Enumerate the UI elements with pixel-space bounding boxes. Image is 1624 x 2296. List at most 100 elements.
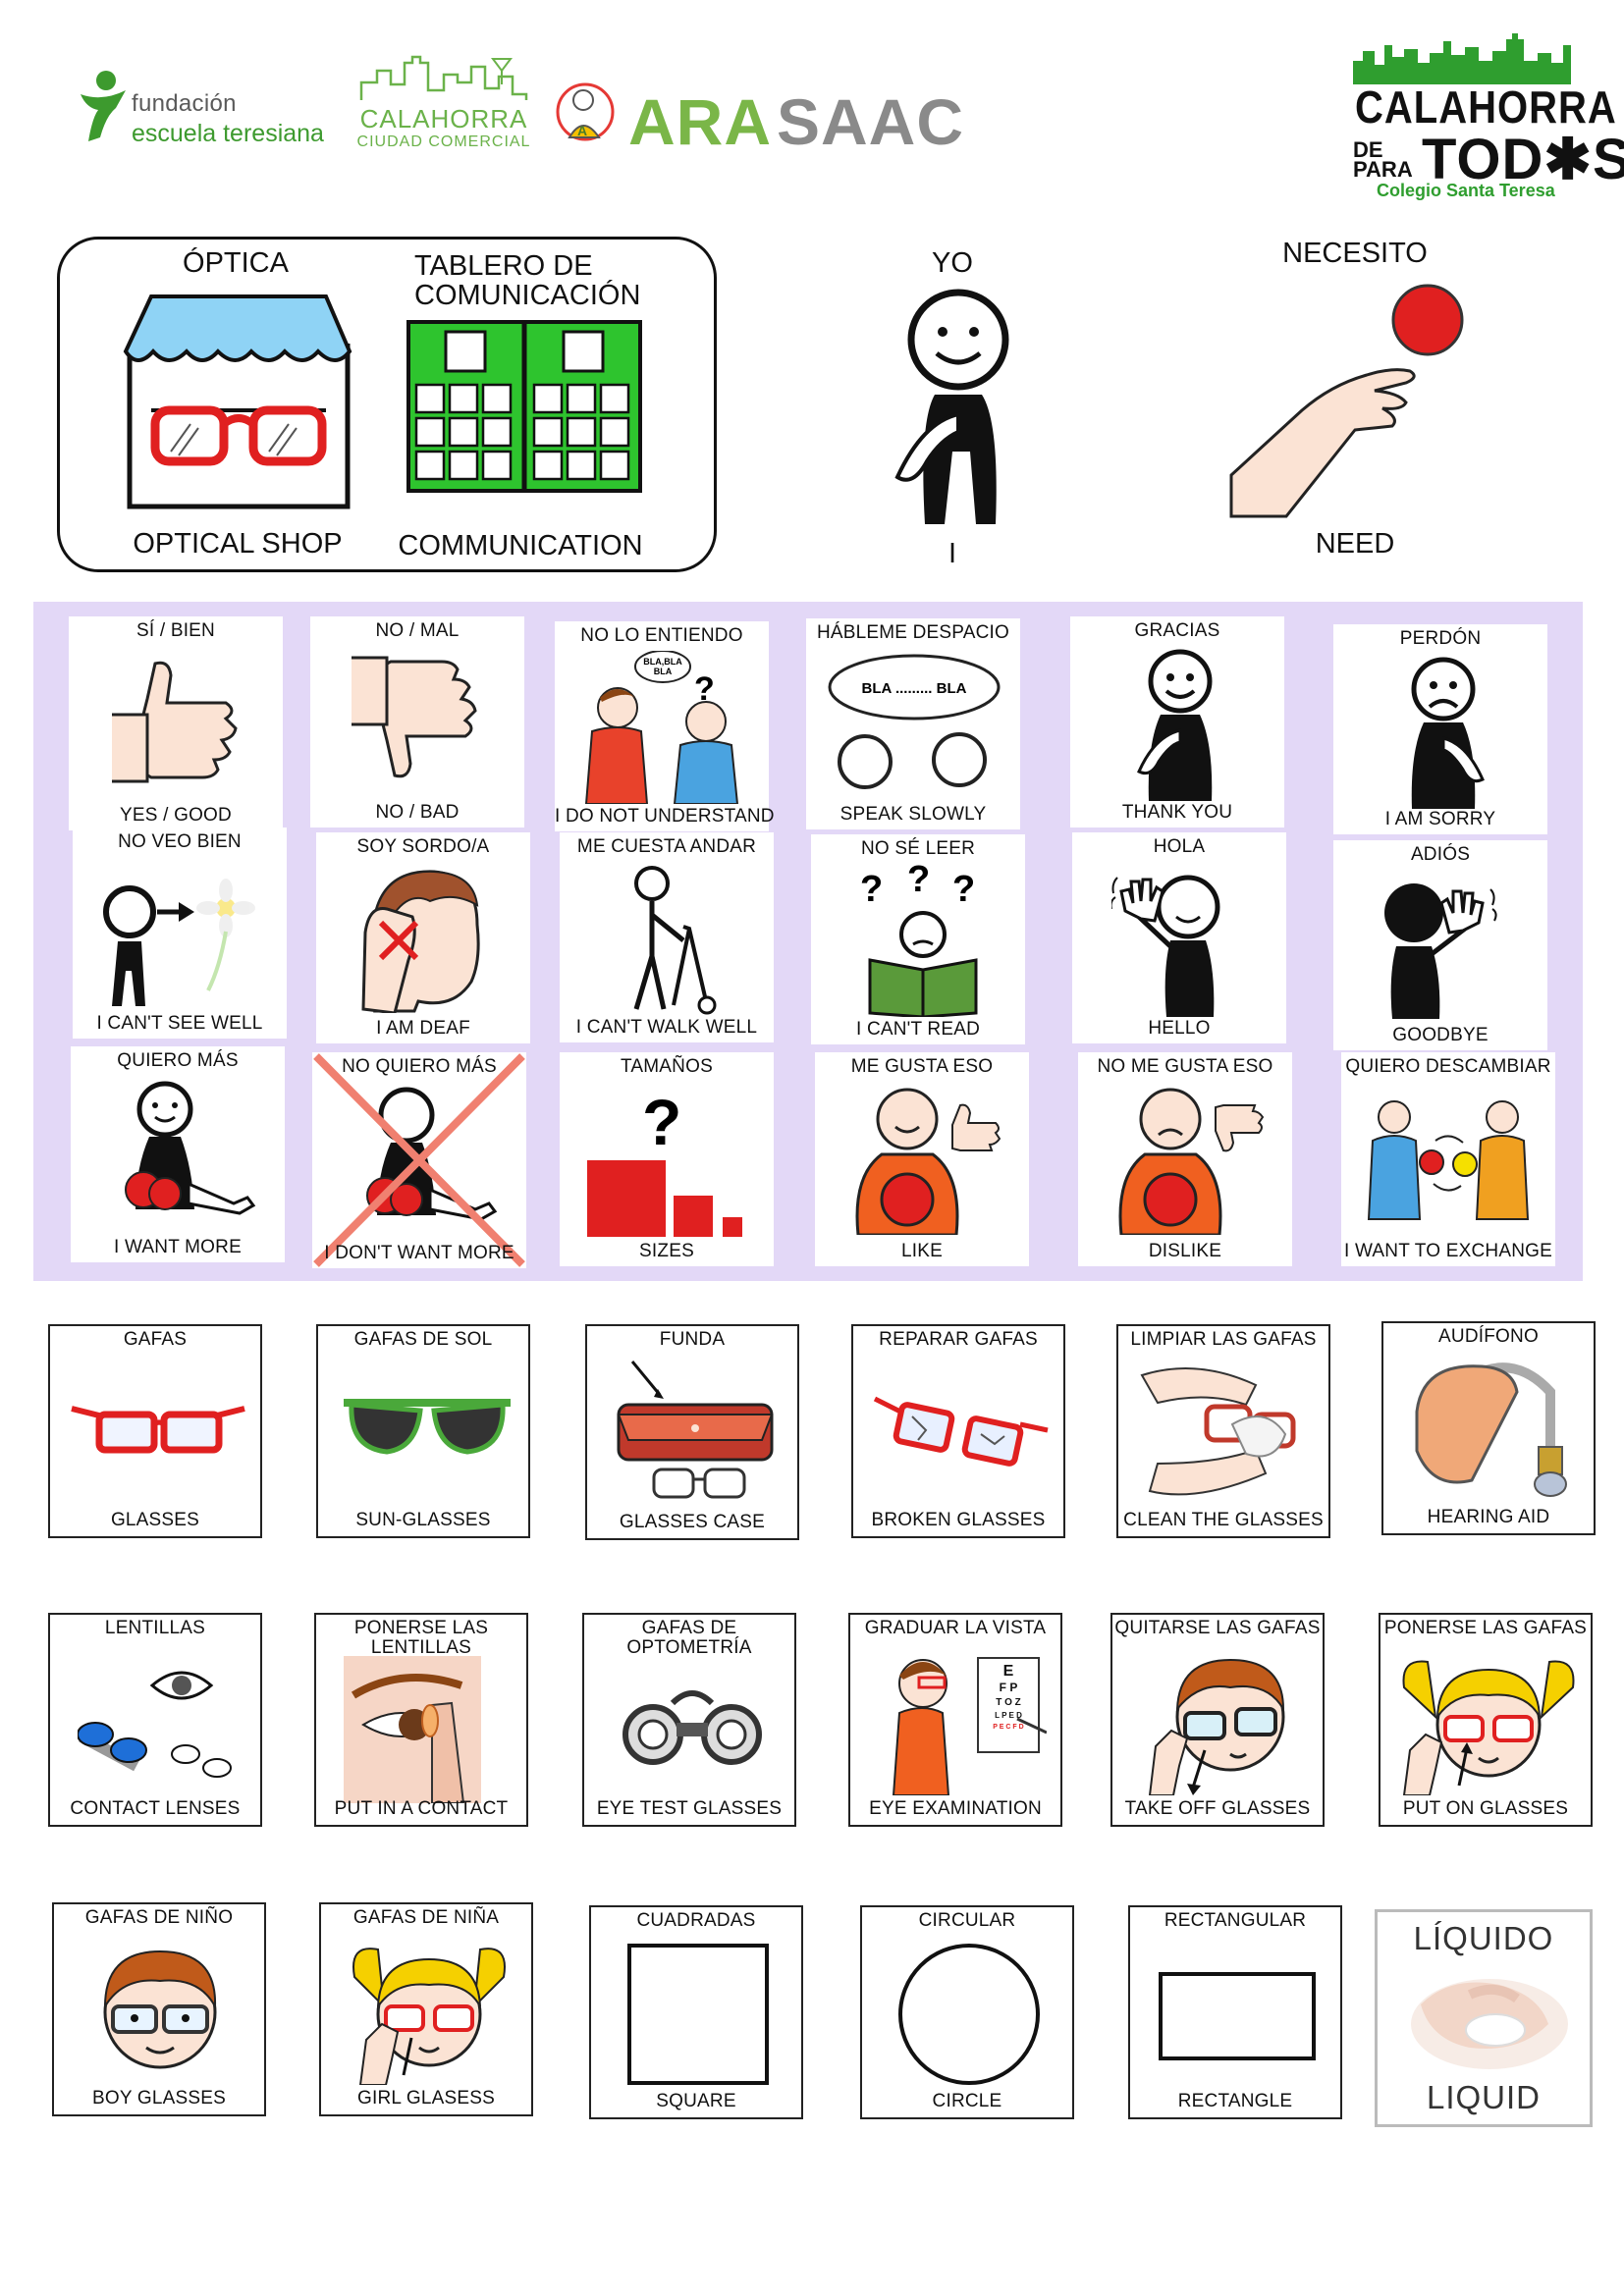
sunglasses-icon [344, 1399, 511, 1455]
vocab-top: FUNDA [659, 1329, 726, 1350]
phrase-bottom: I CAN'T READ [855, 1019, 981, 1040]
phrase-top: NO LO ENTIENDO [580, 625, 743, 646]
take-off-glasses-icon [1148, 1658, 1285, 1795]
vocab-card-hearing-aid[interactable]: AUDÍFONO HEARING AID [1381, 1321, 1596, 1535]
vocab-card-take-off-glasses[interactable]: QUITARSE LAS GAFAS TAKE OFF GLASSES [1110, 1613, 1325, 1827]
phrase-card-speak-slowly[interactable]: HÁBLEME DESPACIO BLA ......... BLA SPEAK… [806, 618, 1020, 829]
phrase-bottom: SPEAK SLOWLY [839, 804, 987, 825]
vocab-top: LENTILLAS [104, 1618, 206, 1638]
vocab-bottom: CIRCLE [932, 2091, 1002, 2111]
phrase-card-thank-you[interactable]: GRACIAS THANK YOU [1070, 616, 1284, 828]
vocab-card-eye-test-glasses[interactable]: GAFAS DE OPTOMETRÍA EYE TEST GLASSES [582, 1613, 796, 1827]
phrase-card-dont-want-more[interactable]: NO QUIERO MÁS I DON'T WANT MORE [312, 1052, 526, 1268]
fet-line1: fundación [132, 90, 237, 117]
phrase-card-want-more[interactable]: QUIERO MÁS I WANT MORE [71, 1046, 285, 1262]
vocab-bottom: PUT ON GLASSES [1402, 1798, 1569, 1819]
square-shape-icon [627, 1944, 769, 2085]
phrase-bottom: I DON'T WANT MORE [324, 1243, 514, 1263]
vocab-card-put-on-glasses[interactable]: PONERSE LAS GAFAS PUT ON GLASSES [1379, 1613, 1593, 1827]
deaf-icon [361, 870, 480, 1013]
phrase-card-sizes[interactable]: TAMAÑOS ? SIZES [560, 1052, 774, 1266]
vocab-bottom: TAKE OFF GLASSES [1124, 1798, 1311, 1819]
vocab-top: PONERSE LAS LENTILLAS [353, 1618, 489, 1658]
vocab-card-put-in-contact[interactable]: PONERSE LAS LENTILLAS PUT IN A CONTACT [314, 1613, 528, 1827]
vocab-bottom: CLEAN THE GLASSES [1123, 1510, 1324, 1530]
glasses-icon [71, 1406, 245, 1454]
vocab-card-eye-examination[interactable]: GRADUAR LA VISTA E F P T O Z L P E D P E… [848, 1613, 1062, 1827]
vocab-bottom: SQUARE [656, 2091, 736, 2111]
eye-examination-icon: E F P T O Z L P E D P E C F D [892, 1657, 1047, 1795]
phrase-card-sorry[interactable]: PERDÓN I AM SORRY [1333, 624, 1547, 834]
boy-glasses-icon [103, 1949, 217, 2069]
phrase-bottom: I AM DEAF [376, 1018, 470, 1039]
phrase-card-hello[interactable]: HOLA HELLO [1072, 832, 1286, 1043]
phrase-card-not-understand[interactable]: NO LO ENTIENDO BLA,BLA BLA ? I DO NOT UN… [555, 621, 775, 831]
phrase-card-cant-walk[interactable]: ME CUESTA ANDAR I CAN'T WALK WELL [560, 832, 774, 1042]
phrase-card-no[interactable]: NO / MAL NO / BAD [310, 616, 524, 828]
phrase-top: GRACIAS [1134, 620, 1220, 641]
vocab-card-rectangle[interactable]: RECTANGULAR RECTANGLE [1128, 1905, 1342, 2119]
phrase-card-cant-read[interactable]: NO SÉ LEER ? ? ? I CAN'T READ [811, 834, 1025, 1044]
vocab-card-circle[interactable]: CIRCULAR CIRCLE [860, 1905, 1074, 2119]
vocab-card-square[interactable]: CUADRADAS SQUARE [589, 1905, 803, 2119]
phrase-card-goodbye[interactable]: ADIÓS GOODBYE [1333, 840, 1547, 1050]
vocab-top: GRADUAR LA VISTA [864, 1618, 1047, 1638]
vocab-top: LÍQUIDO [1413, 1920, 1554, 1956]
bubble-text: BLA ......... BLA [862, 680, 967, 697]
phrase-bottom: LIKE [901, 1241, 943, 1261]
vocab-top: CIRCULAR [918, 1910, 1016, 1931]
eye-test-glasses-icon [623, 1690, 762, 1765]
lens-liquid-photo-icon [1411, 1979, 1568, 2069]
walker-icon [633, 866, 717, 1015]
phrase-bottom: THANK YOU [1121, 802, 1233, 823]
vocab-bottom: CONTACT LENSES [70, 1798, 241, 1819]
question-mark: ? [952, 869, 975, 910]
vocab-bottom: BROKEN GLASSES [871, 1510, 1046, 1530]
vocab-card-broken-glasses[interactable]: REPARAR GAFAS BROKEN GLASSES [851, 1324, 1065, 1538]
phrase-top: PERDÓN [1399, 628, 1482, 649]
phrase-card-cant-see[interactable]: NO VEO BIEN I CAN'T SEE WELL [73, 828, 287, 1039]
put-on-glasses-icon [1402, 1660, 1575, 1795]
phrase-bottom: I DO NOT UNDERSTAND [555, 806, 775, 827]
vocab-card-sunglasses[interactable]: GAFAS DE SOL SUN-GLASSES [316, 1324, 530, 1538]
eye-chart-line: E [1003, 1663, 1014, 1680]
phrase-top: ME GUSTA ESO [850, 1056, 994, 1077]
vocab-card-boy-glasses[interactable]: GAFAS DE NIÑO BOY GLASSES [52, 1902, 266, 2116]
vocab-card-clean-glasses[interactable]: LIMPIAR LAS GAFAS CLEAN THE GLASSES [1116, 1324, 1330, 1538]
exchange-icon [1367, 1100, 1530, 1220]
bubble-text: BLA,BLA [643, 657, 682, 667]
vocab-card-girl-glasses[interactable]: GAFAS DE NIÑA GIRL GLASESS [319, 1902, 533, 2116]
vocab-card-liquid[interactable]: LÍQUIDO LIQUID [1375, 1909, 1593, 2127]
vocab-card-glasses[interactable]: GAFAS GLASSES [48, 1324, 262, 1538]
vocab-card-contact-lenses[interactable]: LENTILLAS CONTACT LENSES [48, 1613, 262, 1827]
vocab-top: REPARAR GAFAS [879, 1329, 1038, 1350]
phrase-top: HÁBLEME DESPACIO [816, 622, 1010, 643]
phrase-bottom: GOODBYE [1392, 1025, 1489, 1045]
eye-chart-line: F P [1000, 1681, 1018, 1694]
vocab-top: QUITARSE LAS GAFAS [1114, 1618, 1321, 1638]
phrase-top: NO SÉ LEER [860, 838, 976, 859]
vocab-top: GAFAS [123, 1329, 188, 1350]
cant-read-icon: ? ? ? [860, 860, 978, 1017]
arasaac-figure-icon: A [556, 82, 615, 141]
vocab-card-glasses-case[interactable]: FUNDA GLASSES CASE [585, 1324, 799, 1540]
phrase-card-deaf[interactable]: SOY SORDO/A I AM DEAF [316, 832, 530, 1043]
want-more-icon [125, 1081, 256, 1215]
phrase-card-dislike[interactable]: NO ME GUSTA ESO DISLIKE [1078, 1052, 1292, 1266]
communication-label: COMMUNICATION [398, 530, 643, 561]
phrase-card-yes[interactable]: SÍ / BIEN YES / GOOD [69, 616, 283, 830]
vocab-bottom: PUT IN A CONTACT [334, 1798, 509, 1819]
optica-label: ÓPTICA [183, 247, 289, 279]
vocab-bottom: EYE TEST GLASSES [596, 1798, 783, 1819]
phrase-card-like[interactable]: ME GUSTA ESO LIKE [815, 1052, 1029, 1266]
vocab-top: RECTANGULAR [1164, 1910, 1307, 1931]
vocab-top: GAFAS DE NIÑA [352, 1907, 500, 1928]
vocab-top: GAFAS DE NIÑO [84, 1907, 234, 1928]
phrase-bottom: I CAN'T WALK WELL [575, 1017, 758, 1038]
calahorra-line1: CALAHORRA [359, 104, 528, 133]
need-hand-icon [1229, 284, 1464, 518]
vocab-top: CUADRADAS [636, 1910, 756, 1931]
like-icon [855, 1088, 1001, 1235]
confused-people-icon: BLA,BLA BLA ? [584, 651, 739, 804]
phrase-card-exchange[interactable]: QUIERO DESCAMBIAR I WANT TO EXCHANGE [1341, 1052, 1555, 1266]
